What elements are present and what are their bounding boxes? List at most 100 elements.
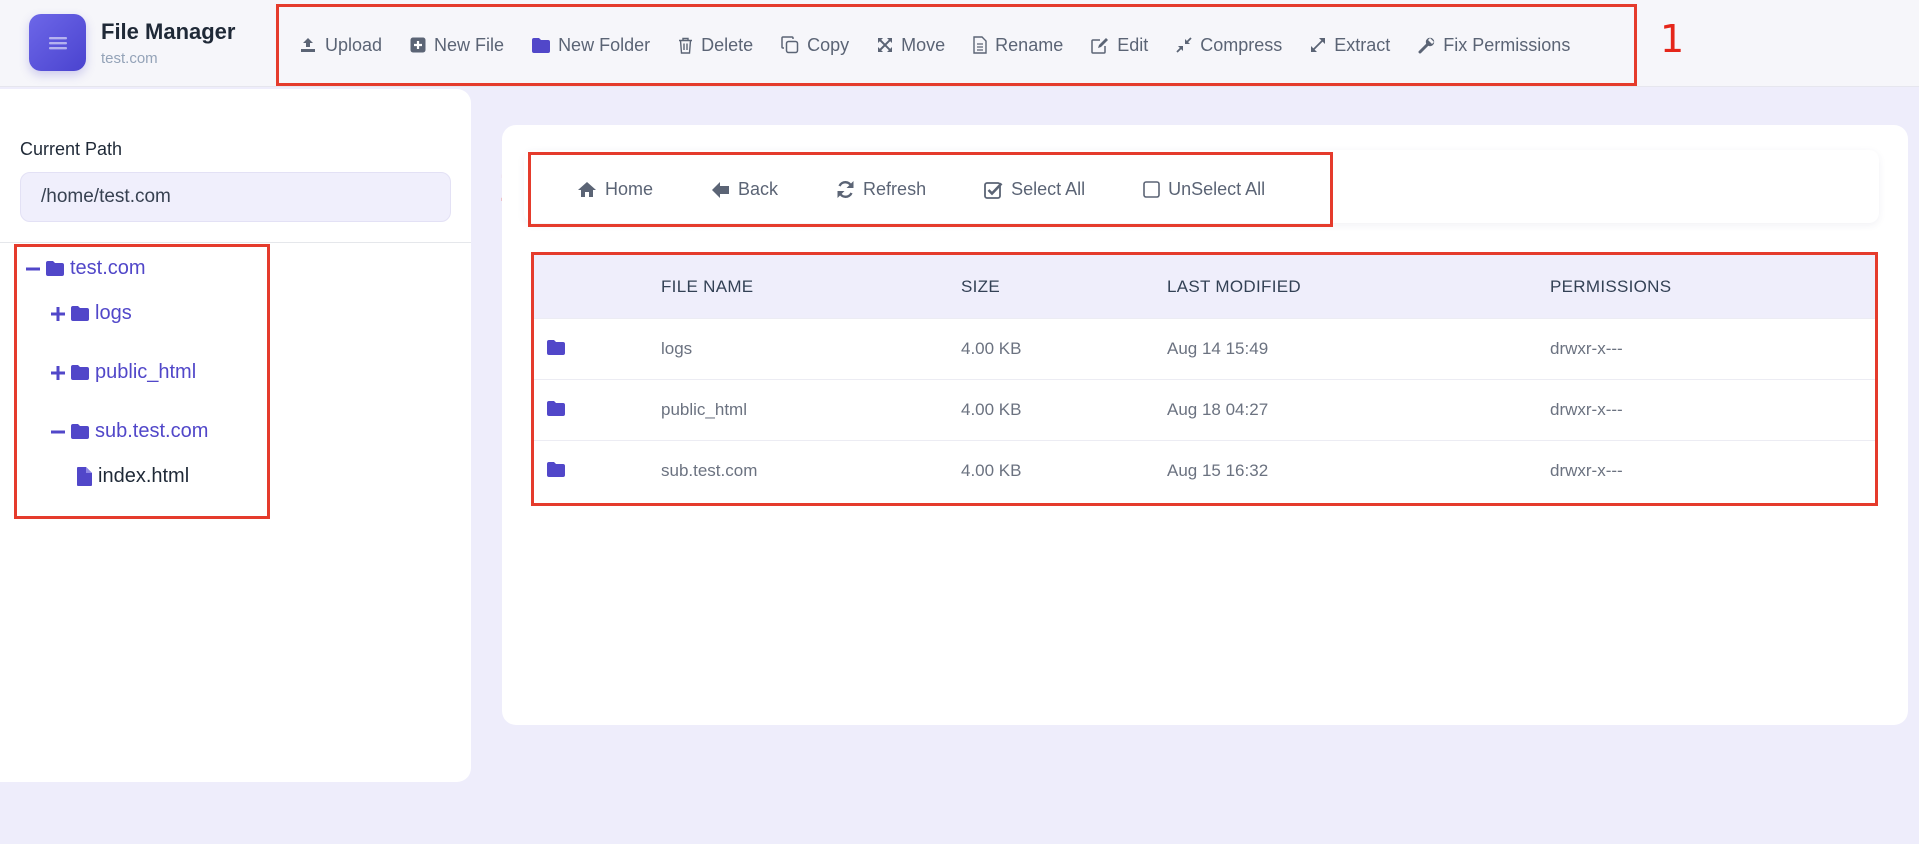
refresh-icon bbox=[837, 181, 854, 198]
folder-icon bbox=[547, 340, 565, 355]
new-file-button[interactable]: New File bbox=[396, 25, 518, 65]
checked-box-icon bbox=[984, 181, 1003, 199]
cell-file-name[interactable]: sub.test.com bbox=[661, 441, 757, 501]
rename-label: Rename bbox=[995, 34, 1064, 55]
folder-icon bbox=[547, 401, 565, 416]
toolbar: Upload New File New Folder Delete Copy M… bbox=[276, 4, 1637, 86]
table-row[interactable]: sub.test.com 4.00 KB Aug 15 16:32 drwxr-… bbox=[534, 440, 1875, 501]
expand-icon bbox=[1311, 38, 1326, 52]
tree-item-label: sub.test.com bbox=[95, 420, 209, 442]
cell-permissions: drwxr-x--- bbox=[1550, 400, 1623, 419]
column-header-last-modified[interactable]: LAST MODIFIED bbox=[1167, 255, 1301, 318]
cell-permissions: drwxr-x--- bbox=[1550, 339, 1623, 358]
edit-label: Edit bbox=[1117, 34, 1149, 55]
home-label: Home bbox=[605, 179, 654, 199]
fix-permissions-label: Fix Permissions bbox=[1443, 34, 1571, 55]
copy-button[interactable]: Copy bbox=[767, 25, 863, 65]
cell-size: 4.00 KB bbox=[961, 339, 1022, 358]
delete-label: Delete bbox=[701, 34, 754, 55]
tree-item-logs[interactable]: logs bbox=[51, 302, 132, 325]
column-header-file-name[interactable]: FILE NAME bbox=[661, 255, 753, 318]
tree-item-label: index.html bbox=[98, 465, 190, 487]
app-logo-icon bbox=[29, 14, 86, 71]
trash-icon bbox=[679, 37, 693, 54]
column-header-permissions[interactable]: PERMISSIONS bbox=[1550, 255, 1671, 318]
upload-label: Upload bbox=[325, 34, 383, 55]
file-text-icon bbox=[973, 36, 987, 54]
fix-permissions-button[interactable]: Fix Permissions bbox=[1404, 25, 1584, 65]
cell-last-modified: Aug 15 16:32 bbox=[1167, 461, 1269, 480]
compress-label: Compress bbox=[1200, 34, 1283, 55]
tree-item-test-com[interactable]: test.com bbox=[26, 257, 146, 280]
compress-icon bbox=[1176, 37, 1192, 53]
arrow-left-icon bbox=[712, 181, 730, 198]
edit-icon bbox=[1091, 37, 1109, 54]
upload-button[interactable]: Upload bbox=[285, 25, 396, 65]
current-path-label: Current Path bbox=[20, 139, 123, 159]
tree-item-index-html[interactable]: index.html bbox=[77, 465, 189, 488]
tree-item-sub-test-com[interactable]: sub.test.com bbox=[51, 420, 208, 443]
folder-icon bbox=[71, 306, 89, 321]
compress-button[interactable]: Compress bbox=[1162, 25, 1296, 65]
move-label: Move bbox=[901, 34, 946, 55]
file-table: FILE NAME SIZE LAST MODIFIED PERMISSIONS… bbox=[531, 252, 1878, 506]
move-arrows-icon bbox=[878, 38, 893, 52]
unselect-all-label: UnSelect All bbox=[1168, 179, 1266, 199]
refresh-button[interactable]: Refresh bbox=[836, 179, 926, 200]
cell-file-name[interactable]: logs bbox=[661, 319, 692, 379]
wrench-icon bbox=[1418, 37, 1435, 53]
back-label: Back bbox=[738, 179, 779, 199]
extract-label: Extract bbox=[1334, 34, 1391, 55]
collapse-minus-icon[interactable] bbox=[26, 262, 40, 276]
table-row[interactable]: logs 4.00 KB Aug 14 15:49 drwxr-x--- bbox=[534, 318, 1875, 379]
cell-size: 4.00 KB bbox=[961, 400, 1022, 419]
cell-last-modified: Aug 18 04:27 bbox=[1167, 400, 1269, 419]
cell-file-name[interactable]: public_html bbox=[661, 380, 747, 440]
column-header-size[interactable]: SIZE bbox=[961, 255, 1000, 318]
new-file-label: New File bbox=[434, 34, 505, 55]
cell-size: 4.00 KB bbox=[961, 461, 1022, 480]
move-button[interactable]: Move bbox=[863, 25, 959, 65]
home-icon bbox=[578, 182, 596, 197]
select-all-button[interactable]: Select All bbox=[984, 179, 1085, 200]
copy-label: Copy bbox=[807, 34, 850, 55]
app-title: File Manager bbox=[101, 19, 236, 44]
sidebar-divider bbox=[0, 242, 471, 243]
back-button[interactable]: Back bbox=[711, 179, 778, 200]
cell-permissions: drwxr-x--- bbox=[1550, 461, 1623, 480]
current-path-field[interactable]: /home/test.com bbox=[20, 172, 451, 222]
extract-button[interactable]: Extract bbox=[1296, 25, 1404, 65]
copy-icon bbox=[781, 36, 799, 54]
collapse-minus-icon[interactable] bbox=[51, 425, 65, 439]
home-button[interactable]: Home bbox=[577, 179, 653, 200]
empty-checkbox-icon bbox=[1143, 181, 1160, 198]
expand-plus-icon[interactable] bbox=[51, 306, 65, 321]
new-folder-button[interactable]: New Folder bbox=[518, 25, 664, 65]
tree-item-label: public_html bbox=[95, 361, 197, 383]
folder-icon bbox=[532, 37, 551, 53]
folder-icon bbox=[71, 365, 89, 380]
unselect-all-button[interactable]: UnSelect All bbox=[1143, 179, 1265, 200]
table-row[interactable]: public_html 4.00 KB Aug 18 04:27 drwxr-x… bbox=[534, 379, 1875, 440]
delete-button[interactable]: Delete bbox=[664, 25, 767, 65]
tree-item-public-html[interactable]: public_html bbox=[51, 361, 196, 384]
expand-plus-icon[interactable] bbox=[51, 365, 65, 380]
select-all-label: Select All bbox=[1011, 179, 1086, 199]
new-folder-label: New Folder bbox=[558, 34, 651, 55]
edit-button[interactable]: Edit bbox=[1077, 25, 1162, 65]
tree-item-label: logs bbox=[95, 302, 132, 324]
annotation-label-1: 1 bbox=[1660, 17, 1685, 61]
refresh-label: Refresh bbox=[863, 179, 927, 199]
nav-toolbar: Home Back Refresh Select All UnSelect Al… bbox=[528, 152, 1333, 227]
file-icon bbox=[77, 467, 92, 486]
folder-icon bbox=[547, 462, 565, 477]
tree-item-label: test.com bbox=[70, 257, 146, 279]
rename-button[interactable]: Rename bbox=[959, 25, 1077, 65]
folder-icon bbox=[46, 261, 64, 276]
plus-square-icon bbox=[410, 37, 426, 53]
upload-icon bbox=[301, 38, 315, 52]
folder-icon bbox=[71, 424, 89, 439]
app-subtitle: test.com bbox=[101, 50, 158, 67]
cell-last-modified: Aug 14 15:49 bbox=[1167, 339, 1269, 358]
folder-tree: test.com logs public_html sub.test.com i… bbox=[14, 244, 270, 519]
